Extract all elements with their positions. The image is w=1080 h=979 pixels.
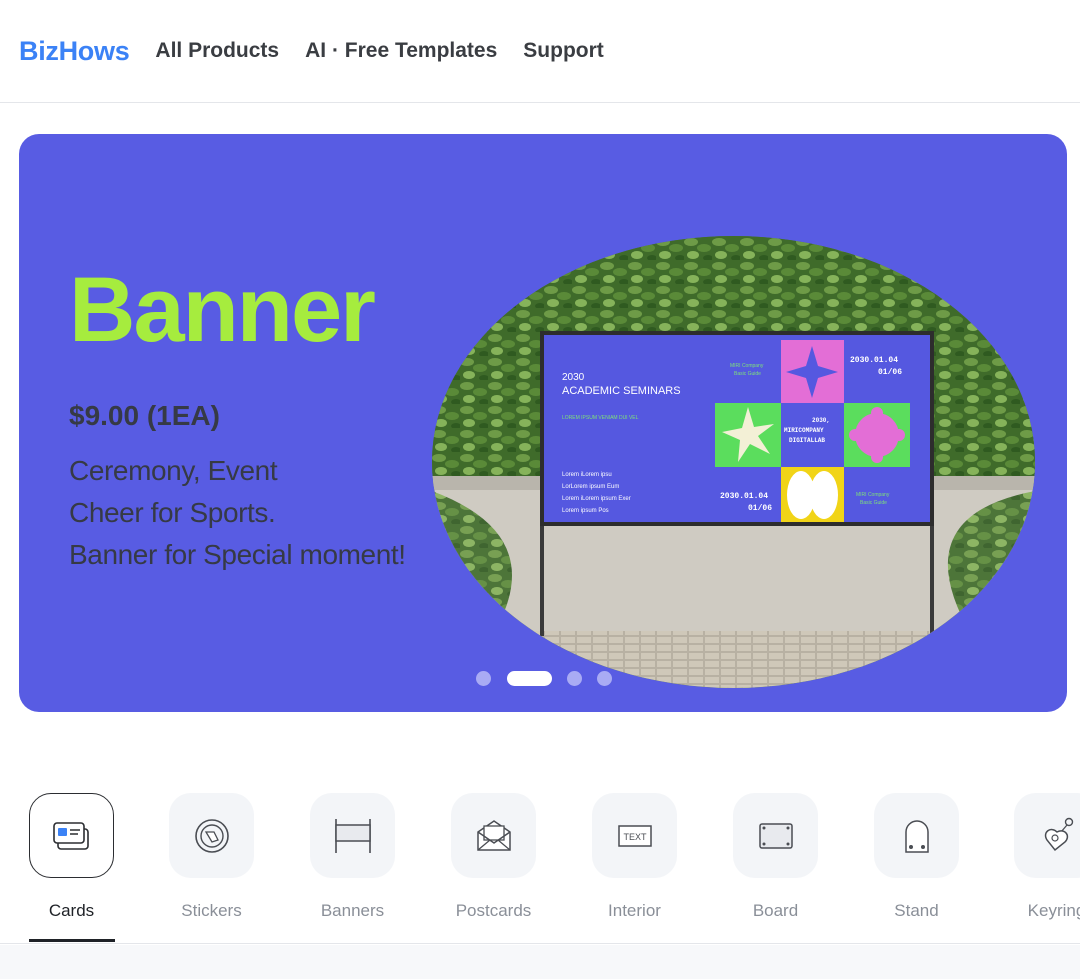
poster-date: 2030.01.04 xyxy=(850,356,898,365)
nav-support[interactable]: Support xyxy=(523,39,603,63)
category-label: Banners xyxy=(320,901,385,920)
category-keyring[interactable]: Keyring xyxy=(985,776,1080,944)
poster-company: Basic Guide xyxy=(734,371,761,377)
keyring-icon xyxy=(1044,817,1073,851)
hero-description-line: Cheer for Sports. xyxy=(69,497,276,528)
board-icon xyxy=(758,822,793,849)
poster-text-line: LorLorem ipsum Eum xyxy=(562,484,619,490)
poster-text-line: Lorem iLorem ipsum Exer xyxy=(562,496,631,502)
carousel-dot[interactable] xyxy=(476,671,491,686)
poster-company: Basic Guide xyxy=(860,500,887,506)
category-postcards[interactable]: Postcards xyxy=(422,776,562,944)
category-label: Keyring xyxy=(1027,901,1080,920)
poster-heading: ACADEMIC SEMINARS xyxy=(562,385,681,397)
poster-company: MIRI Company xyxy=(730,363,764,369)
category-board-tile[interactable] xyxy=(733,793,818,878)
envelope-icon xyxy=(476,819,511,851)
poster-center-text: DIGITALLAB xyxy=(789,437,825,444)
category-label: Postcards xyxy=(455,901,532,920)
hero-banner[interactable]: Banner $9.00 (1EA) Ceremony, Event Cheer… xyxy=(19,134,1067,712)
card-icon xyxy=(52,821,89,850)
hero-description-line: Ceremony, Event xyxy=(69,455,278,486)
poster-date: 2030.01.04 xyxy=(720,492,768,501)
carousel-dot-active[interactable] xyxy=(507,671,552,686)
category-interior[interactable]: TEXT Interior xyxy=(563,776,703,944)
category-cards-tile[interactable] xyxy=(29,793,114,878)
poster-year: 2030 xyxy=(562,372,585,383)
category-label: Interior xyxy=(608,901,661,920)
category-label: Cards xyxy=(48,901,95,920)
category-stand-tile[interactable] xyxy=(874,793,959,878)
bizhows-logo[interactable]: BizHows xyxy=(19,36,130,67)
svg-text:TEXT: TEXT xyxy=(623,832,647,842)
poster-company: MIRI Company xyxy=(856,492,890,498)
category-board[interactable]: Board xyxy=(704,776,844,944)
category-tabs: Cards Stickers Banners Postcards TEXT In… xyxy=(0,776,1080,944)
poster-date: 01/06 xyxy=(748,504,772,513)
top-header: BizHows All Products AI · Free Templates… xyxy=(0,0,1080,103)
hero-description: Ceremony, Event Cheer for Sports. Banner… xyxy=(69,450,449,576)
poster-date: 01/06 xyxy=(878,368,902,377)
hero-price: $9.00 (1EA) xyxy=(69,400,220,431)
poster-text-line: Lorem ipsum Pos xyxy=(562,508,609,514)
hero-title: Banner xyxy=(69,259,376,361)
stand-icon xyxy=(904,819,929,853)
category-stand[interactable]: Stand xyxy=(845,776,985,944)
text-sign-icon: TEXT xyxy=(617,824,652,847)
category-label: Stickers xyxy=(181,901,242,920)
poster-text-line: Lorem iLorem ipsu xyxy=(562,472,612,478)
hero-product-image: 2030 ACADEMIC SEMINARS LOREM IPSUM VENIA… xyxy=(432,236,1035,688)
carousel-dot[interactable] xyxy=(597,671,612,686)
category-label: Board xyxy=(752,901,799,920)
category-stickers-tile[interactable] xyxy=(169,793,254,878)
category-cards[interactable]: Cards xyxy=(0,776,140,944)
sticker-icon xyxy=(194,818,229,853)
category-postcards-tile[interactable] xyxy=(451,793,536,878)
page-footer-band xyxy=(0,945,1080,979)
poster-center-text: 2030, xyxy=(812,417,830,424)
active-tab-underline xyxy=(29,939,115,942)
carousel-indicators xyxy=(476,671,612,686)
category-label: Stand xyxy=(894,901,939,920)
category-keyring-tile[interactable] xyxy=(1014,793,1080,878)
billboard-illustration: 2030 ACADEMIC SEMINARS LOREM IPSUM VENIA… xyxy=(432,236,1035,688)
hero-description-line: Banner for Special moment! xyxy=(69,539,406,570)
category-banners-tile[interactable] xyxy=(310,793,395,878)
category-stickers[interactable]: Stickers xyxy=(140,776,280,944)
category-interior-tile[interactable]: TEXT xyxy=(592,793,677,878)
poster-subline: LOREM IPSUM VENIAM DUI VEL xyxy=(562,415,639,421)
nav-ai-free-templates[interactable]: AI · Free Templates xyxy=(305,39,497,63)
poster-center-text: MIRICOMPANY xyxy=(784,427,824,434)
banner-icon xyxy=(334,818,371,853)
category-banners[interactable]: Banners xyxy=(281,776,421,944)
carousel-dot[interactable] xyxy=(567,671,582,686)
nav-all-products[interactable]: All Products xyxy=(155,39,279,63)
